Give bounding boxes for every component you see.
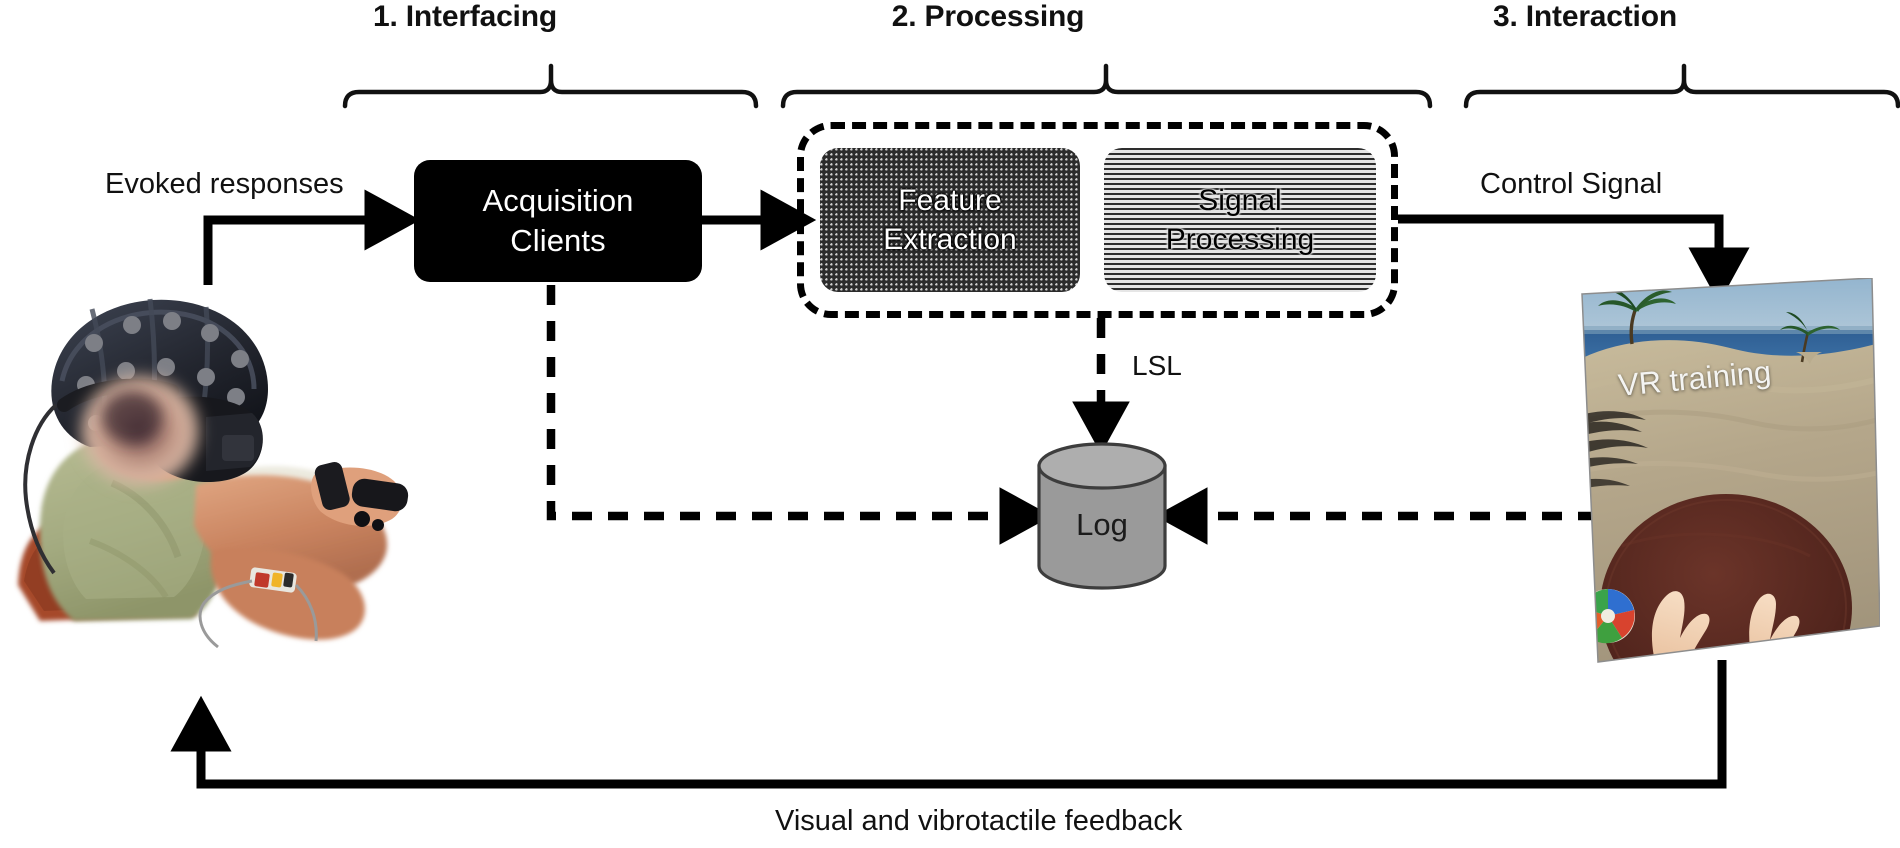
brace-interfacing [342,63,759,109]
phase-title-interfacing: 1. Interfacing [373,0,557,33]
node-log-database[interactable]: Log [1035,440,1169,592]
diagram-canvas: 1. Interfacing 2. Processing 3. Interact… [0,0,1900,848]
arrow-control-signal [1398,214,1750,304]
node-acquisition-line2: Clients [510,223,606,258]
node-feature-extraction[interactable]: Feature Extraction [820,148,1080,292]
label-lsl: LSL [1132,350,1182,381]
node-signal-line1: Signal [1198,184,1282,217]
label-evoked-responses: Evoked responses [105,168,344,200]
phase-title-interaction: 3. Interaction [1493,0,1677,33]
vr-beach-ball [1582,589,1635,644]
participant-photo [0,285,420,715]
arrow-evoked-responses [203,189,421,285]
node-signal-processing[interactable]: Signal Processing [1104,148,1376,292]
brace-processing [780,63,1433,109]
arrow-log-from-acquisition [546,285,1053,545]
phase-title-processing: 2. Processing [891,0,1085,33]
node-acquisition-clients[interactable]: Acquisition Clients [414,160,702,282]
node-acquisition-line1: Acquisition [482,183,634,219]
brace-interaction [1463,63,1900,109]
label-control-signal: Control Signal [1480,168,1663,200]
node-feature-line1: Feature [898,184,1002,217]
arrow-feedback [170,660,1727,789]
label-feedback: Visual and vibrotactile feedback [775,805,1183,837]
vr-training-panel: VR training [1560,278,1880,666]
cylinder-top [1037,442,1167,490]
node-feature-line2: Extraction [883,223,1017,256]
node-signal-line2: Processing [1165,223,1315,256]
